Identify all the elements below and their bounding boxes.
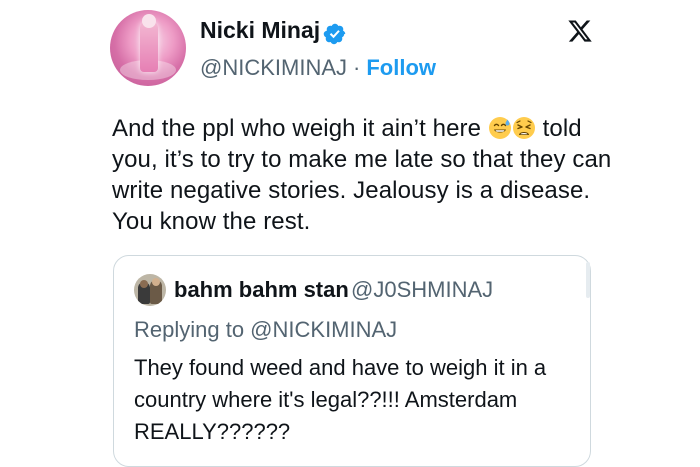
author-avatar[interactable] <box>110 10 186 86</box>
quoted-author-avatar <box>134 274 166 306</box>
x-logo-icon[interactable] <box>567 18 593 44</box>
avatar-face-2 <box>152 278 160 286</box>
verified-badge-icon <box>323 23 346 45</box>
quoted-tweet-text: They found weed and have to weigh it in … <box>134 352 574 448</box>
quoted-author-handle: @J0SHMINAJ <box>351 277 494 302</box>
author-handle[interactable]: @NICKIMINAJ <box>200 55 347 80</box>
follow-button[interactable]: Follow <box>366 55 436 80</box>
tweet-line-4: You know the rest. <box>112 208 311 235</box>
replying-to-label: Replying to @NICKIMINAJ <box>134 317 398 342</box>
card-scroll-edge <box>586 262 590 298</box>
tweet-line-1: And the ppl who weigh it ain’t here told <box>112 113 612 144</box>
quoted-line-3: REALLY?????? <box>134 419 291 444</box>
author-handle-row: @NICKIMINAJ · Follow <box>200 55 436 81</box>
quoted-tweet-card[interactable]: bahm bahm stan @J0SHMINAJ Replying to @N… <box>113 255 591 467</box>
quoted-line-1: They found weed and have to weigh it in … <box>134 355 547 380</box>
avatar-face-1 <box>140 280 148 288</box>
tweet-text: And the ppl who weigh it ain’t here told… <box>112 113 612 237</box>
separator-dot: · <box>353 55 361 80</box>
quoted-line-2: country where it's legal??!!! Amsterdam <box>134 387 518 412</box>
tweet-line-1-after: told <box>542 115 582 142</box>
quoted-author-name: bahm bahm stan <box>174 277 349 302</box>
avatar-figure-head <box>142 14 156 28</box>
weary-face-emoji-icon <box>512 117 535 139</box>
sweat-smile-emoji-icon <box>488 117 511 139</box>
author-name[interactable]: Nicki Minaj <box>200 17 320 44</box>
tweet-line-1-before: And the ppl who weigh it ain’t here <box>112 115 482 142</box>
tweet-line-3: write negative stories. Jealousy is a di… <box>112 177 591 204</box>
tweet-line-2: you, it’s to try to make me late so that… <box>112 146 612 173</box>
tweet-embed: Nicki Minaj @NICKIMINAJ · Follow And the p… <box>0 0 700 467</box>
